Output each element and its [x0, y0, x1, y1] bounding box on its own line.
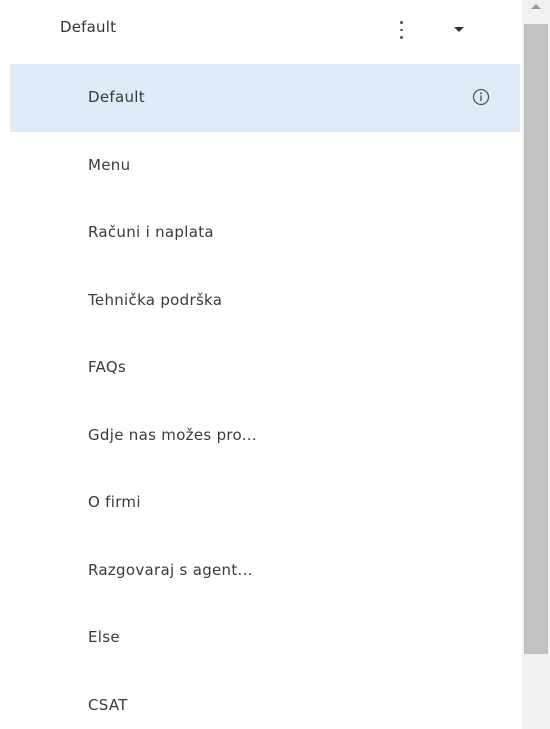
list-item-gdje-nas-mozes[interactable]: Gdje nas možes pro... — [10, 402, 520, 470]
vertical-scrollbar[interactable] — [522, 0, 550, 729]
scroll-up-arrow-icon[interactable] — [522, 0, 550, 22]
list-item-racuni-i-naplata[interactable]: Računi i naplata — [10, 199, 520, 267]
list-item-label: Tehnička podrška — [88, 290, 223, 309]
panel-header: Default — [0, 0, 520, 60]
caret-down-icon[interactable] — [449, 19, 469, 39]
list-item-label: Gdje nas možes pro... — [88, 425, 257, 444]
list-item-label: Default — [88, 88, 145, 106]
list-item-label: Računi i naplata — [88, 223, 214, 241]
list-item-default[interactable]: Default — [10, 64, 520, 132]
list-item-label: Else — [88, 628, 120, 646]
list-item-label: FAQs — [88, 358, 127, 376]
list-item-else[interactable]: Else — [10, 604, 520, 672]
scrollbar-thumb[interactable] — [524, 24, 548, 654]
list-item-label: Menu — [88, 155, 131, 174]
list-item-label: Razgovaraj s agent... — [88, 560, 253, 579]
list-item-csat[interactable]: CSAT — [10, 672, 520, 729]
kebab-menu-icon[interactable] — [393, 17, 409, 43]
list-item-tehnicka-podrska[interactable]: Tehnička podrška — [10, 267, 520, 335]
list-item-menu[interactable]: Menu — [10, 132, 520, 200]
list-item-label: CSAT — [88, 695, 128, 714]
block-list: Default Menu Računi i naplata Tehnička p… — [10, 64, 520, 729]
info-icon[interactable] — [472, 88, 490, 106]
flow-panel: Default Default Menu Računi i naplata Te… — [0, 0, 550, 729]
list-item-o-firmi[interactable]: O firmi — [10, 469, 520, 537]
list-item-razgovaraj-s-agentom[interactable]: Razgovaraj s agent... — [10, 537, 520, 605]
list-item-faqs[interactable]: FAQs — [10, 334, 520, 402]
list-item-label: O firmi — [88, 493, 141, 511]
header-title: Default — [60, 18, 117, 36]
